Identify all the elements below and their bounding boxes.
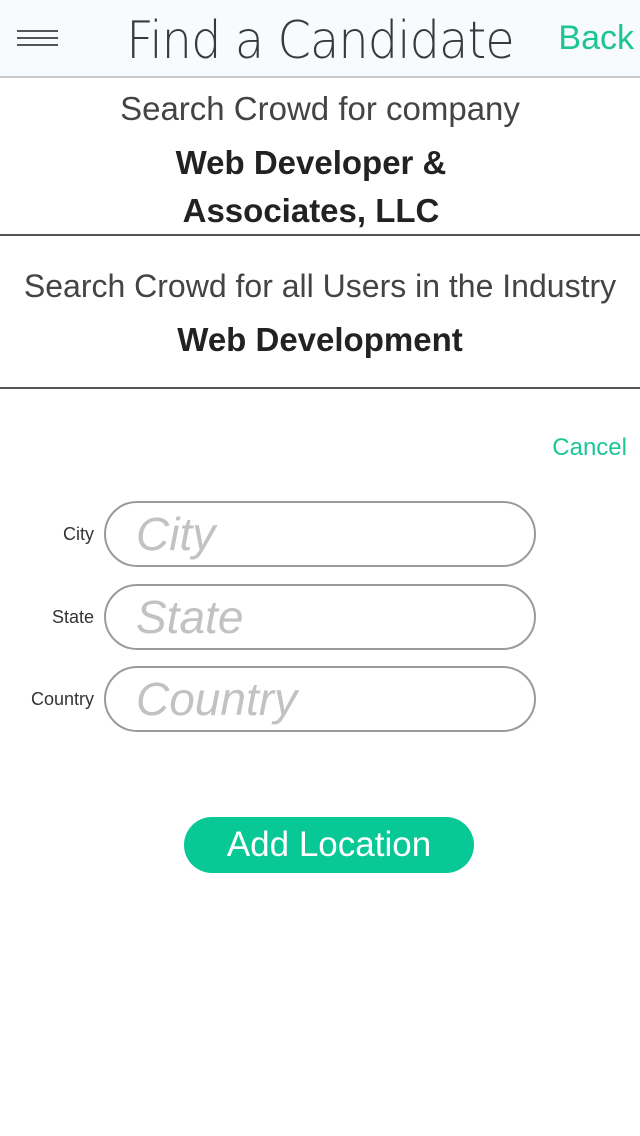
city-input[interactable] [104, 501, 536, 567]
top-bar: Find a Candidate Back [0, 0, 640, 78]
back-button[interactable]: Back [558, 18, 634, 58]
cancel-button[interactable]: Cancel [552, 432, 627, 464]
industry-name: Web Development [177, 321, 463, 358]
country-label: Country [30, 689, 94, 709]
company-section: Search Crowd for company Web Developer &… [0, 80, 640, 236]
company-search-label: Search Crowd for company [120, 90, 520, 127]
country-input[interactable] [104, 666, 536, 732]
page-title: Find a Candidate [126, 11, 515, 71]
state-input[interactable] [104, 584, 536, 650]
state-label: State [51, 607, 94, 627]
industry-section: Search Crowd for all Users in the Indust… [0, 236, 640, 389]
country-row: Country [0, 666, 640, 732]
add-location-button[interactable]: Add Location [184, 817, 474, 873]
city-row: City [0, 501, 640, 567]
industry-search-label: Search Crowd for all Users in the Indust… [23, 268, 617, 304]
state-row: State [0, 584, 640, 650]
city-label: City [63, 524, 94, 544]
company-name: Web Developer & Associates, LLC [175, 144, 447, 229]
